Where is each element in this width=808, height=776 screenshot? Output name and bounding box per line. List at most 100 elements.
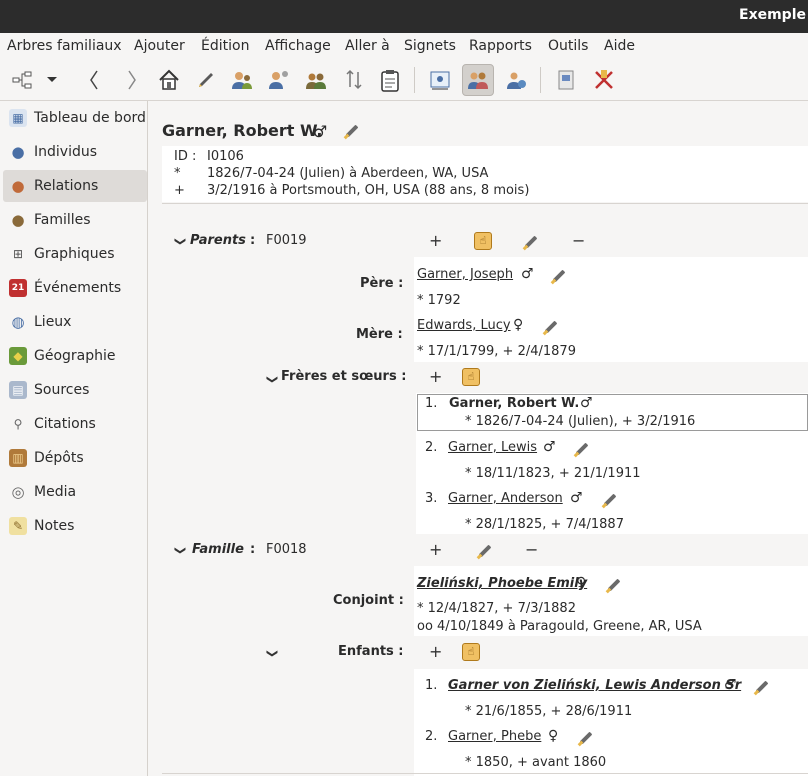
mother-gender: ♀ [513, 317, 524, 333]
father-name-link[interactable]: Garner, Joseph [417, 267, 513, 282]
menu-signets[interactable]: Signets [404, 38, 456, 54]
sibling-dates: * 28/1/1825, + 7/4/1887 [465, 517, 624, 532]
toolbar [0, 59, 808, 101]
relations-view: Garner, Robert W. ♂ ID : I0106 * 1826/7-… [149, 101, 808, 776]
share-child-icon[interactable]: ☝ [462, 643, 480, 661]
edit-spouse-icon[interactable] [604, 576, 622, 594]
sidebar-item-graphiques[interactable]: ⊞ Graphiques [3, 238, 147, 270]
sibling-name-link[interactable]: Garner, Anderson [448, 491, 563, 506]
clipboard-icon[interactable] [374, 64, 406, 96]
edit-father-icon[interactable] [549, 267, 567, 285]
sidebar-item-label: Tableau de bord [34, 110, 146, 126]
menu-aide[interactable]: Aide [604, 38, 635, 54]
mother-name-link[interactable]: Edwards, Lucy [417, 318, 511, 333]
sibling-gender: ♂ [543, 439, 556, 455]
edit-sibling-icon[interactable] [572, 440, 590, 458]
sibling-num: 2. [425, 440, 438, 455]
sidebar-item-individus[interactable]: ● Individus [3, 136, 147, 168]
sidebar-item-sources[interactable]: ▤ Sources [3, 374, 147, 406]
siblings-label: Frères et sœurs : [281, 369, 407, 384]
families-icon: ● [11, 211, 25, 229]
dropdown-arrow-icon[interactable] [42, 64, 62, 96]
sidebar-item-media[interactable]: ◎ Media [3, 476, 147, 508]
edit-sibling-icon[interactable] [600, 491, 618, 509]
add-sibling-button[interactable]: + [429, 367, 442, 386]
sidebar-item-label: Notes [34, 518, 75, 534]
forward-icon[interactable] [116, 64, 148, 96]
reports-icon[interactable] [550, 64, 582, 96]
add-child-button[interactable]: + [429, 642, 442, 661]
sidebar-item-notes[interactable]: ✎ Notes [3, 510, 147, 542]
id-value: I0106 [207, 149, 244, 164]
edit-icon[interactable] [190, 64, 222, 96]
child-name-link[interactable]: Garner von Zieliński, Lewis Anderson Sr [448, 678, 741, 693]
sort-icon[interactable] [338, 64, 370, 96]
dashboard-icon: ▦ [9, 109, 27, 127]
share-parents-icon[interactable]: ☝ [474, 232, 492, 250]
sidebar-item-depots[interactable]: ▥ Dépôts [3, 442, 147, 474]
edit-mother-icon[interactable] [541, 318, 559, 336]
menu-outils[interactable]: Outils [548, 38, 588, 54]
children-collapse-icon[interactable]: ❯ [266, 649, 279, 658]
citation-icon: ⚲ [13, 417, 23, 431]
menu-rapports[interactable]: Rapports [469, 38, 532, 54]
tree-icon[interactable] [6, 64, 38, 96]
edit-child-icon[interactable] [752, 678, 770, 696]
edit-family-icon[interactable] [475, 542, 493, 560]
descendant-view-icon[interactable] [500, 64, 532, 96]
share-sibling-icon[interactable]: ☝ [462, 368, 480, 386]
pedigree-view-icon[interactable] [424, 64, 456, 96]
parents-separator: : [250, 233, 256, 248]
divider [162, 773, 808, 774]
edit-parents-icon[interactable] [521, 233, 539, 251]
spouse-gender: ♀ [576, 575, 587, 591]
child-gender: ♂ [724, 677, 737, 693]
spouse-dates: * 12/4/1827, + 7/3/1882 [417, 601, 576, 616]
add-parents-button[interactable]: + [429, 231, 442, 250]
tools-icon[interactable] [588, 64, 620, 96]
siblings-collapse-icon[interactable]: ❯ [266, 375, 279, 384]
family-collapse-icon[interactable]: ❯ [174, 546, 187, 555]
person-add-icon[interactable] [226, 64, 258, 96]
person-gender: ♂ [313, 122, 328, 141]
sibling-name-link[interactable]: Garner, Lewis [448, 440, 537, 455]
menu-edition[interactable]: Édition [201, 38, 249, 54]
sidebar-item-label: Relations [34, 178, 99, 194]
sidebar-item-tableau-de-bord[interactable]: ▦ Tableau de bord [3, 102, 147, 134]
globe-icon: ◍ [11, 313, 25, 331]
parents-collapse-icon[interactable]: ❯ [174, 237, 187, 246]
sidebar-item-label: Dépôts [34, 450, 84, 466]
edit-person-icon[interactable] [342, 122, 360, 140]
person-merge-icon[interactable] [263, 64, 295, 96]
add-family-button[interactable]: + [429, 540, 442, 559]
remove-family-button[interactable]: − [525, 540, 538, 559]
media-icon: ◎ [11, 483, 25, 501]
sidebar-item-relations[interactable]: ● Relations [3, 170, 147, 202]
sibling-num: 1. [425, 396, 438, 411]
sidebar-item-label: Lieux [34, 314, 72, 330]
sidebar-item-lieux[interactable]: ◍ Lieux [3, 306, 147, 338]
family-icon[interactable] [300, 64, 332, 96]
father-label: Père : [360, 276, 404, 291]
edit-child-icon[interactable] [576, 729, 594, 747]
back-icon[interactable] [78, 64, 110, 96]
child-num: 2. [425, 729, 438, 744]
sidebar-item-label: Familles [34, 212, 91, 228]
calendar-icon: 21 [9, 279, 27, 297]
sidebar-item-familles[interactable]: ● Familles [3, 204, 147, 236]
menu-aller-a[interactable]: Aller à [345, 38, 390, 54]
sidebar-item-citations[interactable]: ⚲ Citations [3, 408, 147, 440]
home-icon[interactable] [153, 64, 185, 96]
children-label: Enfants : [338, 644, 404, 659]
relations-view-icon[interactable] [462, 64, 494, 96]
menu-ajouter[interactable]: Ajouter [134, 38, 185, 54]
child-name-link[interactable]: Garner, Phebe [448, 729, 541, 744]
sibling-dates: * 1826/7-04-24 (Julien), + 3/2/1916 [465, 414, 696, 429]
sidebar-item-evenements[interactable]: 21 Événements [3, 272, 147, 304]
menu-arbres-familiaux[interactable]: Arbres familiaux [7, 38, 122, 54]
remove-parents-button[interactable]: − [572, 231, 585, 250]
menu-affichage[interactable]: Affichage [265, 38, 331, 54]
spouse-name-link[interactable]: Zieliński, Phoebe Emily [417, 576, 587, 591]
sidebar-item-geographie[interactable]: ◆ Géographie [3, 340, 147, 372]
title-bar: Exemple - [0, 0, 808, 33]
